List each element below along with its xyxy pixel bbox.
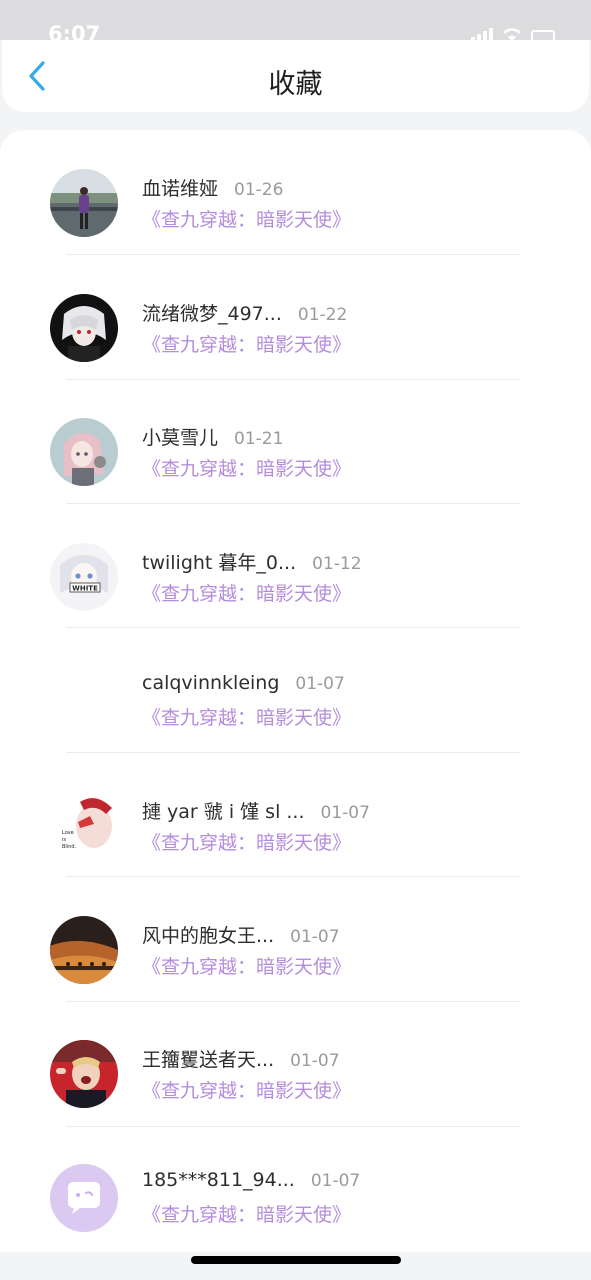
favorites-list: 血诺维娅 01-26 《查九穿越：暗影天使》 流绪微梦_497... 01-22… bbox=[0, 130, 591, 1252]
item-meta: 185***811_94... 01-07 bbox=[142, 1169, 360, 1191]
user-name[interactable]: 185***811_94... bbox=[142, 1169, 295, 1191]
user-name[interactable]: 血诺维娅 bbox=[142, 174, 218, 201]
item-date: 01-21 bbox=[234, 429, 284, 449]
avatar[interactable]: WHITE bbox=[50, 543, 118, 611]
avatar[interactable]: Love is Blind. bbox=[50, 792, 118, 860]
user-name[interactable]: 王籒矍送者天... bbox=[142, 1045, 274, 1072]
item-meta: 风中的胞女王... 01-07 bbox=[142, 921, 340, 948]
list-item[interactable]: calqvinnkleing 01-07 《查九穿越：暗影天使》 bbox=[0, 628, 591, 753]
avatar[interactable] bbox=[50, 916, 118, 984]
nav-bar: 收藏 bbox=[2, 40, 589, 112]
book-title[interactable]: 《查九穿越：暗影天使》 bbox=[142, 579, 351, 606]
list-item[interactable]: WHITE twilight 暮年_0... 01-12 《查九穿越：暗影天使》 bbox=[0, 504, 591, 629]
list-item[interactable]: Love is Blind. 摙 yar 虢 i 馑 sl ... 01-07 … bbox=[0, 753, 591, 878]
user-name[interactable]: 小莫雪儿 bbox=[142, 423, 218, 450]
chat-bubble-icon bbox=[50, 1164, 118, 1232]
svg-text:is: is bbox=[62, 837, 66, 843]
book-title[interactable]: 《查九穿越：暗影天使》 bbox=[142, 1076, 351, 1103]
avatar[interactable] bbox=[50, 418, 118, 486]
list-item[interactable]: 185***811_94... 01-07 《查九穿越：暗影天使》 bbox=[0, 1125, 591, 1250]
user-name[interactable]: calqvinnkleing bbox=[142, 672, 279, 694]
list-item[interactable]: 王籒矍送者天... 01-07 《查九穿越：暗影天使》 bbox=[0, 1001, 591, 1126]
user-name[interactable]: 风中的胞女王... bbox=[142, 921, 274, 948]
list-item[interactable]: 流绪微梦_497... 01-22 《查九穿越：暗影天使》 bbox=[0, 255, 591, 380]
item-date: 01-07 bbox=[320, 803, 370, 823]
user-name[interactable]: 流绪微梦_497... bbox=[142, 299, 282, 326]
book-title[interactable]: 《查九穿越：暗影天使》 bbox=[142, 952, 351, 979]
item-meta: 王籒矍送者天... 01-07 bbox=[142, 1045, 340, 1072]
avatar[interactable] bbox=[50, 1040, 118, 1108]
item-meta: calqvinnkleing 01-07 bbox=[142, 672, 345, 694]
book-title[interactable]: 《查九穿越：暗影天使》 bbox=[142, 454, 351, 481]
svg-text:WHITE: WHITE bbox=[72, 585, 98, 593]
item-meta: 血诺维娅 01-26 bbox=[142, 174, 283, 201]
book-title[interactable]: 《查九穿越：暗影天使》 bbox=[142, 1200, 351, 1227]
item-meta: twilight 暮年_0... 01-12 bbox=[142, 548, 362, 575]
item-date: 01-07 bbox=[290, 927, 340, 947]
item-date: 01-22 bbox=[297, 305, 348, 325]
item-date: 01-26 bbox=[234, 180, 284, 200]
book-title[interactable]: 《查九穿越：暗影天使》 bbox=[142, 330, 351, 357]
list-item[interactable]: 风中的胞女王... 01-07 《查九穿越：暗影天使》 bbox=[0, 877, 591, 1002]
item-meta: 摙 yar 虢 i 馑 sl ... 01-07 bbox=[142, 797, 370, 824]
item-date: 01-07 bbox=[290, 1051, 340, 1071]
user-name[interactable]: 摙 yar 虢 i 馑 sl ... bbox=[142, 797, 305, 824]
avatar[interactable] bbox=[50, 1164, 118, 1232]
item-meta: 流绪微梦_497... 01-22 bbox=[142, 299, 347, 326]
item-date: 01-12 bbox=[312, 554, 362, 574]
list-item[interactable]: 小莫雪儿 01-21 《查九穿越：暗影天使》 bbox=[0, 379, 591, 504]
user-name[interactable]: twilight 暮年_0... bbox=[142, 548, 296, 575]
svg-text:Blind.: Blind. bbox=[62, 844, 77, 850]
page-title: 收藏 bbox=[268, 69, 323, 100]
home-indicator[interactable] bbox=[191, 1256, 401, 1264]
status-bar: 6:07 bbox=[0, 0, 591, 46]
list-item[interactable]: 血诺维娅 01-26 《查九穿越：暗影天使》 bbox=[0, 130, 591, 255]
item-date: 01-07 bbox=[295, 674, 345, 694]
avatar[interactable] bbox=[50, 169, 118, 237]
item-meta: 小莫雪儿 01-21 bbox=[142, 423, 283, 450]
book-title[interactable]: 《查九穿越：暗影天使》 bbox=[142, 205, 351, 232]
book-title[interactable]: 《查九穿越：暗影天使》 bbox=[142, 703, 351, 730]
avatar[interactable] bbox=[50, 294, 118, 362]
svg-text:Love: Love bbox=[62, 830, 74, 836]
item-date: 01-07 bbox=[310, 1171, 361, 1191]
book-title[interactable]: 《查九穿越：暗影天使》 bbox=[142, 828, 351, 855]
